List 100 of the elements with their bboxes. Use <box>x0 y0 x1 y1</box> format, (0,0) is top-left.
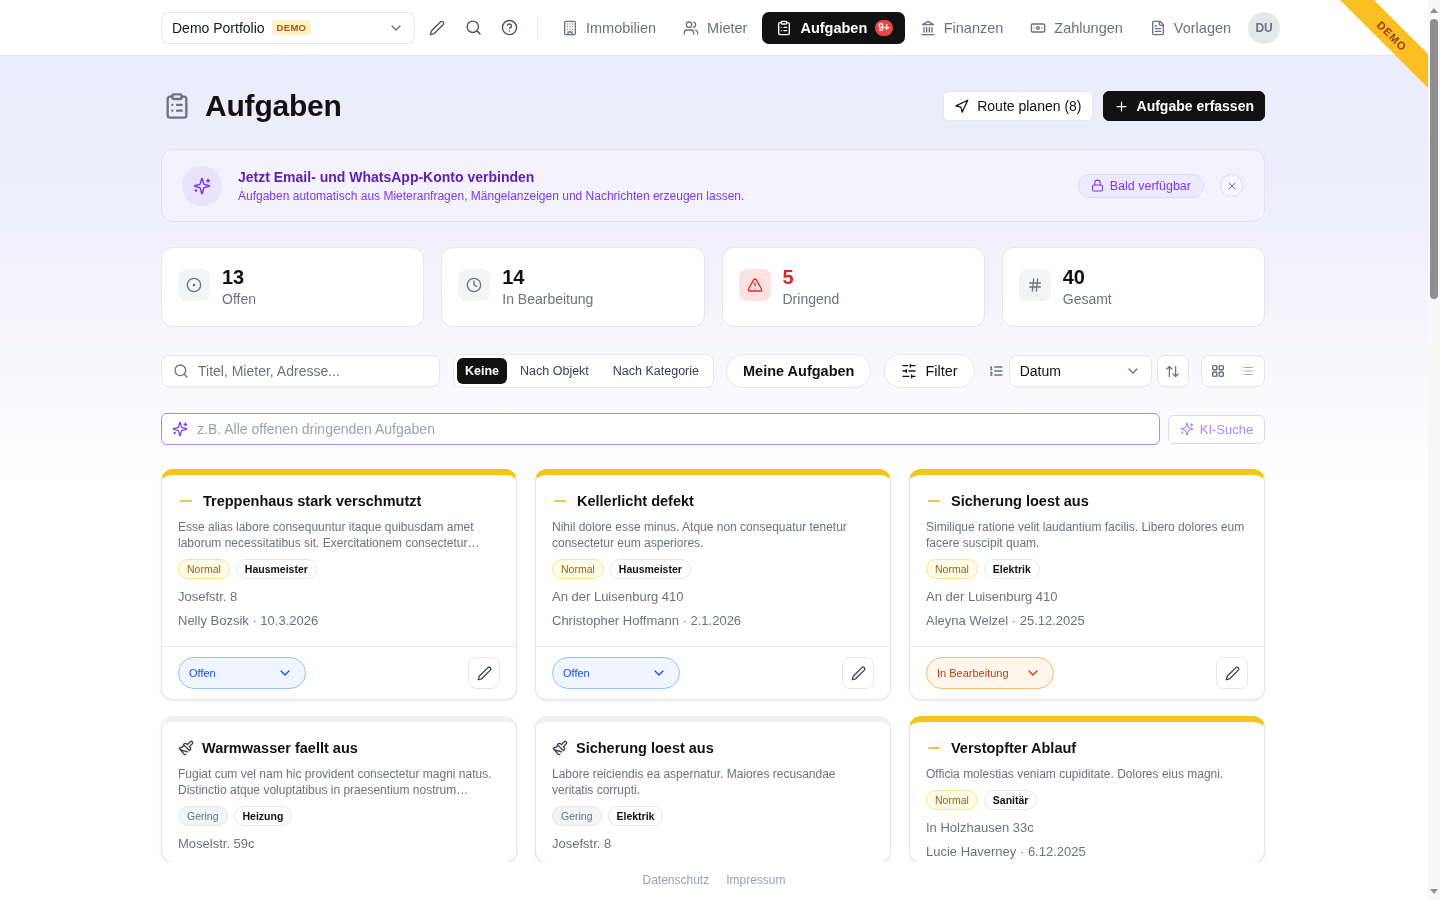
scroll-up-icon[interactable] <box>1430 8 1438 13</box>
task-title: Kellerlicht defekt <box>577 493 694 509</box>
category-tag: Hausmeister <box>235 559 317 579</box>
scrollbar-thumb[interactable] <box>1430 19 1438 299</box>
coming-soon-badge: Bald verfügbar <box>1077 173 1204 198</box>
scroll-down-icon[interactable] <box>1430 889 1438 894</box>
stat-label: Gesamt <box>1062 290 1112 309</box>
grid-icon <box>1211 364 1226 378</box>
building-icon <box>562 19 578 36</box>
clock-icon <box>458 269 491 301</box>
task-assignee-date: Nelly Bozsik · 10.3.2026 <box>178 612 320 630</box>
status-select[interactable]: In Bearbeitung <box>926 657 1054 689</box>
task-address: Moselstr. 59c <box>178 835 256 853</box>
task-assignee-date: Aleyna Welzel · 25.12.2025 <box>926 612 1086 630</box>
sort-select[interactable]: Datum <box>1008 355 1152 387</box>
priority-tag: Gering <box>552 806 602 826</box>
help-icon <box>500 19 518 36</box>
brush-icon <box>178 740 194 756</box>
portfolio-select[interactable]: Demo Portfolio DEMO <box>161 11 415 44</box>
stat-label: Offen <box>222 290 256 309</box>
task-card[interactable]: Warmwasser faellt aus Fugiat cum vel nam hic provident consectetur magni natus. Distinctio atque voluptatibus in praesentium nostrum… Gering Heizung Moselstr. 59c <box>161 716 517 862</box>
bank-icon <box>919 19 936 36</box>
page-title: Aufgaben <box>205 89 342 123</box>
count-badge: 9+ <box>875 19 893 36</box>
task-description: Fugiat cum vel nam hic provident consectetur magni natus. Distinctio atque voluptatibus in praesentium nostrum… <box>178 766 493 798</box>
navigation-icon <box>954 98 970 114</box>
grouping-tab[interactable]: Nach Objekt <box>509 358 600 384</box>
task-address: An der Luisenburg 410 <box>552 588 685 606</box>
pencil-icon <box>476 665 492 681</box>
task-assignee-date: Christopher Hoffmann · 2.1.2026 <box>552 612 743 630</box>
brush-icon <box>552 740 568 756</box>
status-select[interactable]: Offen <box>552 657 680 689</box>
nav-link[interactable]: Mieter <box>671 11 760 44</box>
task-description: Similique ratione velit laudantium facilis. Libero dolores eum facere suscipit quam. <box>926 519 1246 551</box>
task-title: Warmwasser faellt aus <box>202 740 358 756</box>
nav-link[interactable]: Aufgaben 9+ <box>762 11 905 44</box>
lock-icon <box>1090 179 1104 192</box>
dash-icon <box>554 500 566 502</box>
task-description: Esse alias labore consequuntur itaque quibusdam amet laborum necessitatibus sit. Exercitationem consectetur… <box>178 519 481 551</box>
priority-tag: Normal <box>926 790 978 810</box>
nav-link[interactable]: Vorlagen <box>1137 11 1244 44</box>
user-avatar[interactable]: DU <box>1248 11 1281 44</box>
warning-icon <box>738 269 771 301</box>
task-card[interactable]: Verstopfter Ablauf Officia molestias veniam cupiditate. Dolores eius magni. Normal Sanitär In Holzhausen 33c Lucie Haverney · 6.12.2025 <box>909 716 1265 862</box>
numbered-list-icon <box>987 363 1004 379</box>
users-icon <box>683 19 700 36</box>
stat-value: 40 <box>1062 265 1085 289</box>
demo-badge: DEMO <box>271 20 312 35</box>
pencil-icon <box>429 19 445 36</box>
sparkles-icon <box>1179 422 1194 436</box>
plus-icon <box>1113 98 1129 114</box>
priority-tag: Normal <box>178 559 230 579</box>
category-tag: Sanitär <box>983 790 1038 810</box>
task-assignee-date: Lucie Haverney · 6.12.2025 <box>926 843 1087 861</box>
close-button[interactable] <box>1220 174 1243 197</box>
task-title: Sicherung loest aus <box>951 493 1089 509</box>
priority-tag: Normal <box>552 559 604 579</box>
task-address: Josefstr. 8 <box>552 835 613 853</box>
stat-value: 13 <box>222 265 245 289</box>
task-card[interactable]: Kellerlicht defekt Nihil dolore esse minus. Atque non consequatur tenetur consectetur eum asperiores. Normal Hausmeister An der Luisenburg 410 Christopher Hoffmann · 2.1.2026 Offen <box>535 469 891 700</box>
task-description: Labore reiciendis ea aspernatur. Maiores recusandae veritatis corrupti. <box>552 766 837 798</box>
priority-tag: Gering <box>178 806 228 826</box>
task-address: An der Luisenburg 410 <box>926 588 1059 606</box>
category-tag: Elektrik <box>983 559 1040 579</box>
task-description: Nihil dolore esse minus. Atque non consequatur tenetur consectetur eum asperiores. <box>552 519 848 551</box>
stat-label: Dringend <box>782 290 840 309</box>
route-button[interactable]: Route planen (8) <box>943 91 1093 121</box>
nav-link[interactable]: Immobilien <box>550 11 669 44</box>
dash-icon <box>928 500 940 502</box>
list-icon <box>1240 364 1255 378</box>
clipboard-icon <box>776 19 793 36</box>
task-title: Treppenhaus stark verschmutzt <box>203 493 422 509</box>
nav-link[interactable]: Finanzen <box>907 11 1016 44</box>
grouping-tab[interactable]: Nach Kategorie <box>601 358 710 384</box>
sparkles-icon <box>172 421 188 437</box>
task-address: In Holzhausen 33c <box>926 819 1035 837</box>
category-tag: Heizung <box>233 806 293 826</box>
grouping-tab[interactable]: Keine <box>457 358 508 384</box>
edit-button[interactable] <box>468 657 500 689</box>
search-field[interactable]: Titel, Mieter, Adresse... <box>161 355 440 387</box>
dash-icon <box>928 747 940 749</box>
task-card[interactable]: Treppenhaus stark verschmutzt Esse alias labore consequuntur itaque quibusdam amet laborum necessitatibus sit. Exercitationem consectetur… Normal Hausmeister Josefstr. 8 Nelly Bozsik · 10.3.2026 Offen <box>161 469 517 700</box>
pencil-icon <box>1224 665 1240 681</box>
task-address: Josefstr. 8 <box>178 588 239 606</box>
status-select[interactable]: Offen <box>178 657 306 689</box>
sparkles-icon <box>182 165 222 206</box>
add-task-button[interactable]: Aufgabe erfassen <box>1102 91 1265 121</box>
my-tasks-button[interactable]: Meine Aufgaben <box>726 354 872 388</box>
edit-button[interactable] <box>842 657 874 689</box>
task-card[interactable]: Sicherung loest aus Labore reiciendis ea aspernatur. Maiores recusandae veritatis corrupti. Gering Elektrik Josefstr. 8 <box>535 716 891 862</box>
banner-title: Jetzt Email- und WhatsApp-Konto verbinden <box>238 168 535 185</box>
nav-link[interactable]: Zahlungen <box>1018 11 1135 44</box>
arrows-up-down-icon <box>1165 363 1181 379</box>
category-tag: Elektrik <box>607 806 664 826</box>
ai-search-field[interactable]: z.B. Alle offenen dringenden Aufgaben <box>161 413 1160 445</box>
sort-direction-button[interactable] <box>1156 355 1189 387</box>
task-card[interactable]: Sicherung loest aus Similique ratione velit laudantium facilis. Libero dolores eum facere suscipit quam. Normal Elektrik An der Luisenburg 410 Aleyna Welzel · 25.12.2025 In Bearbeitung <box>909 469 1265 700</box>
edit-button[interactable] <box>1216 657 1248 689</box>
task-title: Verstopfter Ablauf <box>951 740 1077 756</box>
filter-button[interactable]: Filter <box>884 354 975 388</box>
